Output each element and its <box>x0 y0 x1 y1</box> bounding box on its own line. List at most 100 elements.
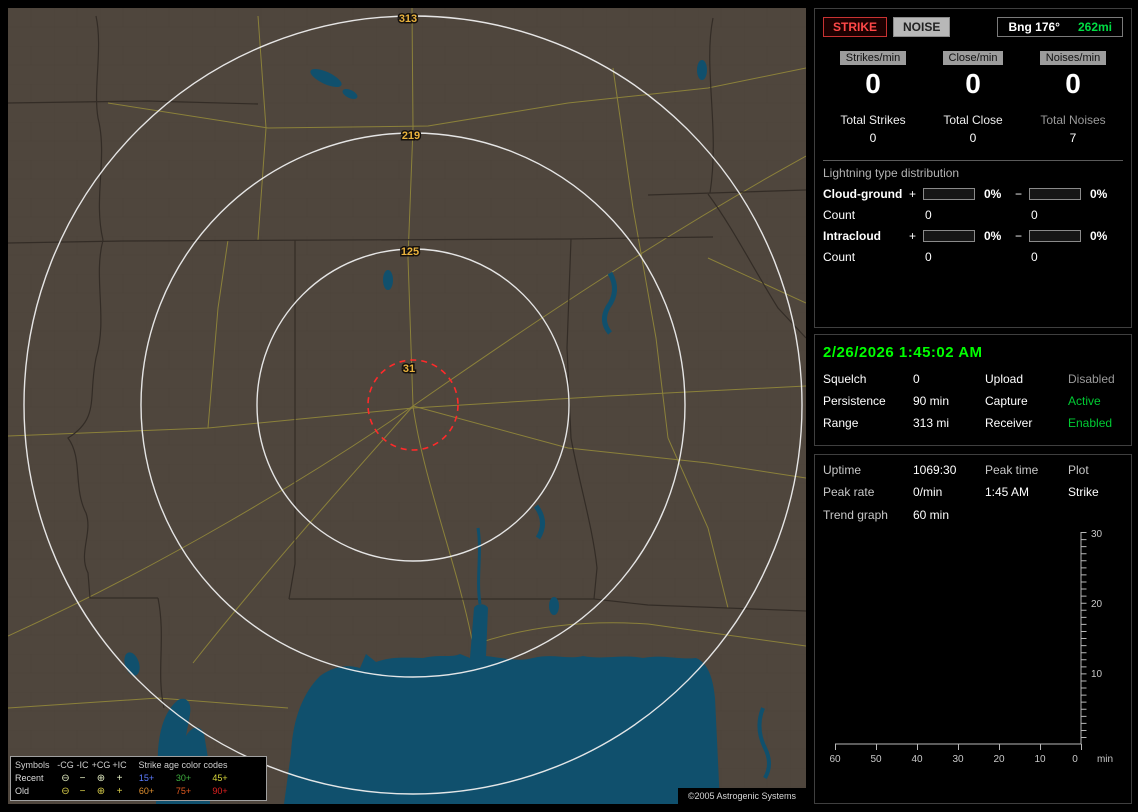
upload-status: Disabled <box>1068 372 1115 386</box>
bearing-value: Bng 176° <box>1008 20 1060 34</box>
x-tick-30: 30 <box>952 754 964 765</box>
pos-cg-icon: ⊕ <box>96 786 106 797</box>
neg-cg-icon: ⊖ <box>61 773 70 784</box>
side-panel: STRIKE NOISE Bng 176° 262mi Strikes/min … <box>814 8 1132 804</box>
legend-row-old: Old ⊖ − ⊕ + 60+ 75+ 90+ <box>15 785 262 798</box>
pos-ic-icon: + <box>116 773 123 784</box>
strike-map[interactable]: 313 219 125 31 Symbols -CG -IC +CG +IC S… <box>8 8 806 804</box>
x-tick-20: 20 <box>993 754 1005 765</box>
strikes-per-min-chip[interactable]: Strikes/min <box>839 51 907 65</box>
legend-age-header: Strike age color codes <box>138 760 228 770</box>
legend-symbols-header: Symbols <box>15 760 50 770</box>
x-tick-50: 50 <box>870 754 882 765</box>
age-30: 30+ <box>175 773 192 783</box>
neg-cg-icon: ⊖ <box>61 786 70 797</box>
bearing-display: Bng 176° 262mi <box>997 17 1123 37</box>
ic-minus-count: 0 <box>1031 250 1038 264</box>
noises-per-min-chip[interactable]: Noises/min <box>1039 51 1107 65</box>
cloud-ground-row: Cloud-ground + 0% − 0% <box>823 187 1123 201</box>
age-60: 60+ <box>138 786 155 796</box>
minus-sign: − <box>1015 187 1023 201</box>
total-strikes-value: 0 <box>869 131 877 145</box>
legend-col-pcg: +CG <box>91 760 111 770</box>
trend-graph-label: Trend graph <box>823 508 888 522</box>
minus-sign: − <box>1015 229 1023 243</box>
map-legend: Symbols -CG -IC +CG +IC Strike age color… <box>10 756 267 801</box>
x-unit-label: min <box>1097 754 1113 765</box>
x-tick-40: 40 <box>911 754 923 765</box>
persistence-value: 90 min <box>913 394 950 408</box>
plot-label: Plot <box>1068 463 1089 477</box>
total-strikes-label: Total Strikes <box>840 113 906 127</box>
close-per-min-value: 0 <box>965 68 981 99</box>
capture-label: Capture <box>985 394 1028 408</box>
peak-rate-label: Peak rate <box>823 485 875 499</box>
ic-minus-bar <box>1029 230 1081 242</box>
legend-col-nic: -IC <box>76 760 89 770</box>
persistence-label: Persistence <box>823 394 886 408</box>
pos-ic-icon: + <box>116 786 123 797</box>
app-window: 313 219 125 31 Symbols -CG -IC +CG +IC S… <box>0 0 1138 812</box>
peak-time-value: 1:45 AM <box>985 485 1030 499</box>
distribution-title: Lightning type distribution <box>823 166 960 180</box>
pos-cg-icon: ⊕ <box>96 773 106 784</box>
range-ring-label-313: 313 <box>399 13 417 25</box>
bearing-range: 262mi <box>1077 20 1112 34</box>
y-tick-10: 10 <box>1091 669 1103 680</box>
neg-ic-icon: − <box>79 773 86 784</box>
receiver-label: Receiver <box>985 416 1033 430</box>
legend-col-ncg: -CG <box>57 760 74 770</box>
total-noises-label: Total Noises <box>1040 113 1106 127</box>
receiver-status: Enabled <box>1068 416 1113 430</box>
legend-col-pic: +IC <box>112 760 127 770</box>
upload-label: Upload <box>985 372 1024 386</box>
plus-sign: + <box>909 187 917 201</box>
intracloud-row: Intracloud + 0% − 0% <box>823 229 1123 243</box>
cg-plus-count: 0 <box>925 208 932 222</box>
ic-plus-count: 0 <box>925 250 932 264</box>
trend-axes <box>835 532 1082 745</box>
plot-value: Strike <box>1068 485 1099 499</box>
legend-old-label: Old <box>15 786 30 796</box>
total-close-value: 0 <box>969 131 977 145</box>
uptime-label: Uptime <box>823 463 862 477</box>
range-label: Range <box>823 416 859 430</box>
strikes-per-min-value: 0 <box>865 68 881 99</box>
count-label: Count <box>823 250 856 264</box>
capture-status: Active <box>1068 394 1101 408</box>
counters-section: STRIKE NOISE Bng 176° 262mi Strikes/min … <box>814 8 1132 328</box>
x-tick-60: 60 <box>829 754 841 765</box>
cloud-ground-count-row: Count 0 0 <box>823 208 1123 222</box>
count-label: Count <box>823 208 856 222</box>
system-clock: 2/26/2026 1:45:02 AM <box>823 344 983 361</box>
squelch-label: Squelch <box>823 372 867 386</box>
y-tick-30: 30 <box>1091 529 1103 540</box>
status-section: 2/26/2026 1:45:02 AM Squelch 0 Upload Di… <box>814 334 1132 446</box>
cg-minus-pct: 0% <box>1090 187 1108 201</box>
cloud-ground-label: Cloud-ground <box>823 187 903 201</box>
trend-graph: 30 20 10 60 50 40 30 20 10 0 min <box>829 529 1113 765</box>
cg-minus-bar <box>1029 188 1081 200</box>
y-tick-20: 20 <box>1091 599 1103 610</box>
intracloud-count-row: Count 0 0 <box>823 250 1123 264</box>
range-ring-label-219: 219 <box>402 130 420 142</box>
age-90: 90+ <box>212 786 228 796</box>
cg-minus-count: 0 <box>1031 208 1038 222</box>
x-tick-10: 10 <box>1034 754 1046 765</box>
cg-plus-pct: 0% <box>984 187 1002 201</box>
close-per-min-chip[interactable]: Close/min <box>942 51 1004 65</box>
noises-per-min-value: 0 <box>1065 68 1081 99</box>
intracloud-label: Intracloud <box>823 229 882 243</box>
ic-plus-bar <box>923 230 975 242</box>
strike-mode-button[interactable]: STRIKE <box>823 17 888 37</box>
squelch-value: 0 <box>913 372 920 386</box>
peak-time-label: Peak time <box>985 463 1039 477</box>
plus-sign: + <box>909 229 917 243</box>
trend-section: Uptime 1069:30 Peak time Plot Peak rate … <box>814 454 1132 804</box>
neg-ic-icon: − <box>79 786 86 797</box>
legend-recent-label: Recent <box>15 773 44 783</box>
cg-plus-bar <box>923 188 975 200</box>
noise-mode-button[interactable]: NOISE <box>893 17 951 37</box>
map-canvas[interactable]: 313 219 125 31 <box>8 8 806 804</box>
uptime-value: 1069:30 <box>913 463 957 477</box>
